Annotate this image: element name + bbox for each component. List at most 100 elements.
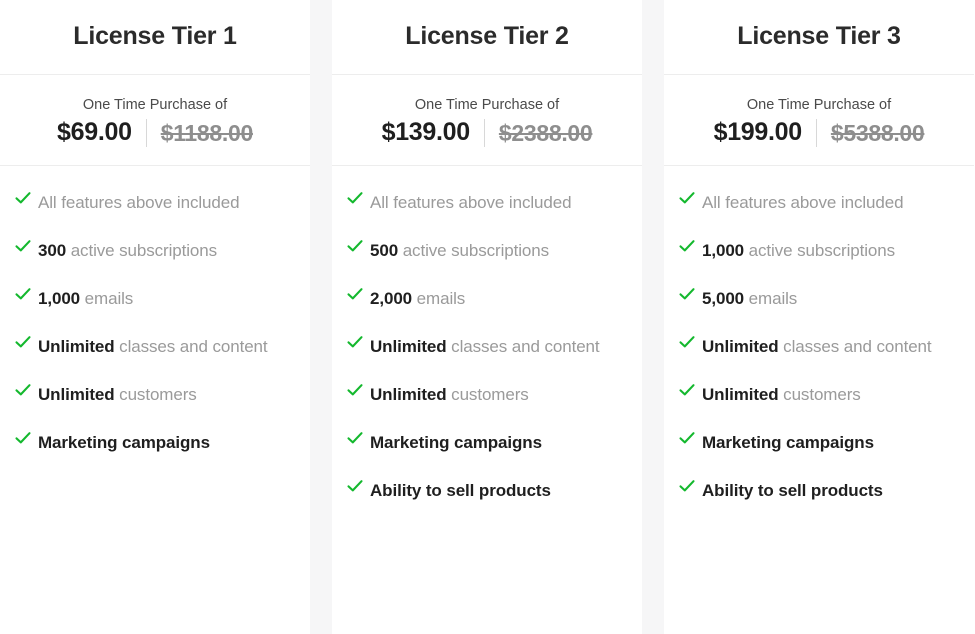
feature-item: Ability to sell products [340, 476, 626, 506]
price-row: $199.00 $5388.00 [713, 118, 925, 148]
feature-text: Unlimited classes and content [38, 332, 268, 362]
tier-feature-list: All features above included 500 active su… [332, 166, 642, 634]
feature-text: All features above included [370, 188, 572, 218]
feature-label: active subscriptions [398, 241, 550, 260]
price-row: $139.00 $2388.00 [381, 118, 593, 148]
check-icon [340, 236, 370, 255]
check-icon [672, 284, 702, 303]
feature-item: Unlimited customers [8, 380, 294, 410]
price-current: $139.00 [381, 118, 471, 147]
tier-title: License Tier 1 [73, 22, 237, 51]
check-icon [340, 332, 370, 351]
check-icon [8, 380, 38, 399]
price-original: $5388.00 [830, 119, 925, 146]
tier-column-1: License Tier 1 One Time Purchase of $69.00… [0, 0, 310, 634]
check-icon [8, 428, 38, 447]
feature-text: All features above included [38, 188, 240, 218]
price-current: $199.00 [713, 118, 803, 147]
feature-item: All features above included [340, 188, 626, 218]
feature-label: active subscriptions [66, 241, 218, 260]
feature-item: Marketing campaigns [672, 428, 958, 458]
feature-text: Unlimited classes and content [370, 332, 600, 362]
feature-label: emails [80, 289, 134, 308]
tier-price-block: One Time Purchase of $139.00 $2388.00 [332, 75, 642, 166]
feature-text: Unlimited customers [370, 380, 529, 410]
feature-text: Marketing campaigns [702, 428, 874, 458]
check-icon [340, 476, 370, 495]
feature-text: All features above included [702, 188, 904, 218]
pricing-table: License Tier 1 One Time Purchase of $69.00… [0, 0, 975, 634]
feature-value: Marketing campaigns [370, 433, 542, 452]
check-icon [340, 380, 370, 399]
feature-item: All features above included [672, 188, 958, 218]
check-icon [672, 476, 702, 495]
feature-value: Unlimited [38, 337, 115, 356]
tier-header: License Tier 1 [0, 0, 310, 75]
feature-text: 1,000 emails [38, 284, 133, 314]
check-icon [672, 428, 702, 447]
feature-item: 2,000 emails [340, 284, 626, 314]
feature-text: Unlimited classes and content [702, 332, 932, 362]
feature-value: Ability to sell products [702, 481, 883, 500]
feature-value: 5,000 [702, 289, 745, 308]
feature-item: Unlimited classes and content [340, 332, 626, 362]
feature-value: 500 [370, 241, 399, 260]
feature-item: 500 active subscriptions [340, 236, 626, 266]
feature-item: 1,000 emails [8, 284, 294, 314]
tier-feature-list: All features above included 1,000 active … [664, 166, 974, 634]
price-divider [815, 119, 817, 148]
check-icon [672, 188, 702, 207]
price-original: $1188.00 [160, 119, 254, 146]
feature-label: classes and content [446, 337, 600, 356]
check-icon [8, 236, 38, 255]
feature-item: Ability to sell products [672, 476, 958, 506]
feature-item: Unlimited classes and content [8, 332, 294, 362]
feature-text: 300 active subscriptions [38, 236, 217, 266]
feature-item: All features above included [8, 188, 294, 218]
feature-value: Marketing campaigns [702, 433, 874, 452]
check-icon [672, 380, 702, 399]
feature-item: Unlimited classes and content [672, 332, 958, 362]
tier-price-block: One Time Purchase of $199.00 $5388.00 [664, 75, 974, 166]
tier-title: License Tier 3 [737, 22, 901, 51]
tier-header: License Tier 2 [332, 0, 642, 75]
check-icon [8, 188, 38, 207]
feature-label: All features above included [370, 193, 572, 212]
check-icon [340, 188, 370, 207]
check-icon [672, 236, 702, 255]
column-gutter [310, 0, 332, 634]
price-caption: One Time Purchase of [82, 96, 228, 113]
check-icon [340, 284, 370, 303]
feature-text: Unlimited customers [702, 380, 861, 410]
tier-title: License Tier 2 [405, 22, 569, 51]
feature-label: customers [778, 385, 861, 404]
price-row: $69.00 $1188.00 [57, 119, 254, 148]
feature-value: 1,000 [702, 241, 745, 260]
feature-label: customers [114, 385, 197, 404]
feature-label: All features above included [702, 193, 904, 212]
feature-label: active subscriptions [744, 241, 896, 260]
feature-text: Marketing campaigns [370, 428, 542, 458]
feature-value: 1,000 [38, 289, 81, 308]
feature-item: Unlimited customers [340, 380, 626, 410]
feature-value: 300 [38, 241, 67, 260]
feature-label: customers [446, 385, 529, 404]
feature-item: Marketing campaigns [340, 428, 626, 458]
feature-label: classes and content [114, 337, 268, 356]
feature-value: Unlimited [370, 337, 447, 356]
tier-header: License Tier 3 [664, 0, 974, 75]
feature-value: Unlimited [38, 385, 115, 404]
feature-item: 5,000 emails [672, 284, 958, 314]
feature-text: 500 active subscriptions [370, 236, 549, 266]
feature-label: emails [412, 289, 466, 308]
check-icon [672, 332, 702, 351]
check-icon [8, 284, 38, 303]
price-original: $2388.00 [498, 119, 593, 146]
feature-value: Unlimited [370, 385, 447, 404]
tier-feature-list: All features above included 300 active su… [0, 166, 310, 634]
feature-item: 1,000 active subscriptions [672, 236, 958, 266]
feature-text: 5,000 emails [702, 284, 797, 314]
price-caption: One Time Purchase of [746, 96, 892, 113]
tier-price-block: One Time Purchase of $69.00 $1188.00 [0, 75, 310, 166]
feature-value: 2,000 [370, 289, 413, 308]
